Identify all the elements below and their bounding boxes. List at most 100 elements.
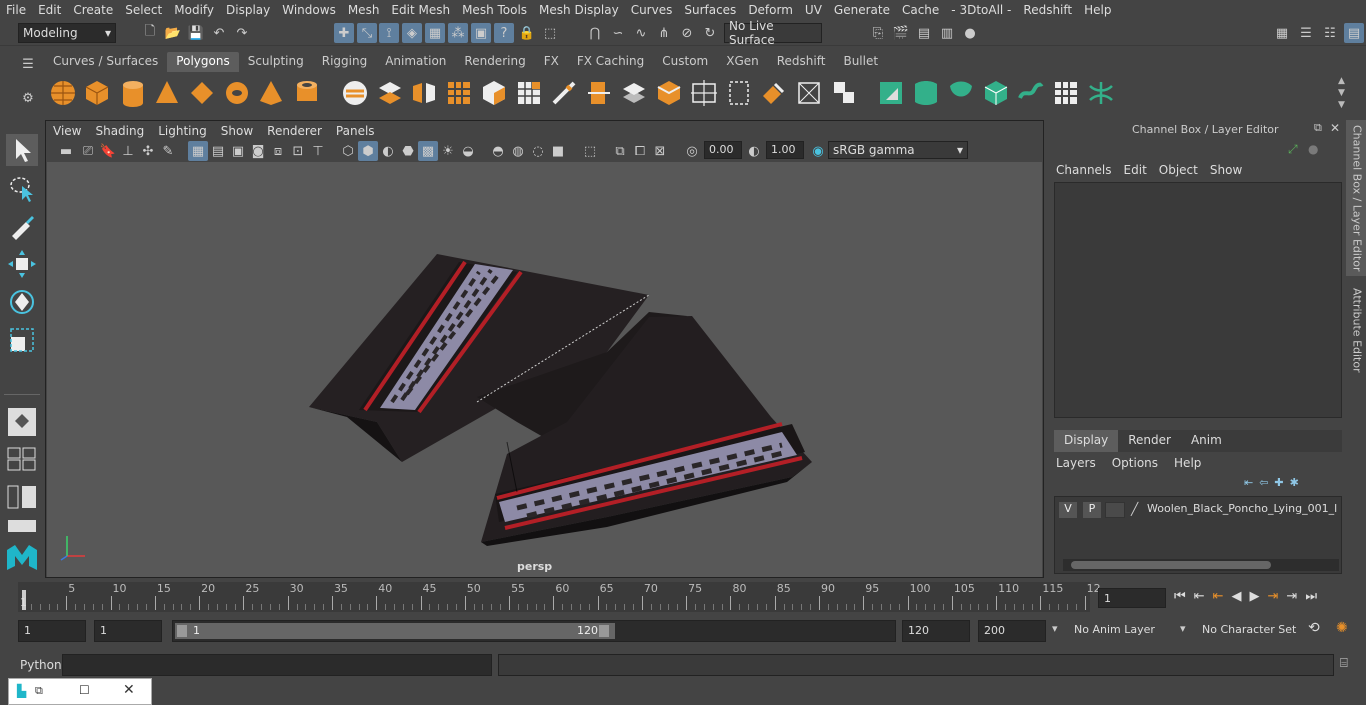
field-chart-icon[interactable]: ⧈ [268, 141, 288, 161]
layer-tab-anim[interactable]: Anim [1181, 430, 1232, 452]
layer-scrollbar[interactable] [1063, 559, 1339, 571]
uv-automatic-icon[interactable] [981, 78, 1011, 108]
poly-plane-icon[interactable] [187, 78, 217, 108]
poly-cube-icon[interactable] [82, 78, 112, 108]
multi-cut-icon[interactable] [549, 78, 579, 108]
shelf-tab-curves-surfaces[interactable]: Curves / Surfaces [44, 52, 167, 72]
panel-menu-renderer[interactable]: Renderer [260, 124, 329, 138]
toggle-channel-box-icon[interactable]: ☰ [1296, 23, 1316, 43]
playback-start-field[interactable]: 1 [94, 620, 162, 642]
offset-edge-loop-icon[interactable] [619, 78, 649, 108]
toggle-attribute-editor-icon[interactable]: ☷ [1320, 23, 1340, 43]
lock-icon[interactable]: 🔒 [517, 23, 537, 43]
exposure-field[interactable]: 0.00 [704, 141, 742, 159]
uv-planar-icon[interactable] [876, 78, 906, 108]
layer-display-type[interactable] [1105, 502, 1125, 518]
auto-key-icon[interactable]: ⟲ [1308, 620, 1320, 636]
layer-menu-options[interactable]: Options [1112, 456, 1174, 470]
menu-help[interactable]: Help [1078, 3, 1117, 17]
go-to-start-icon[interactable]: ⏮ [1174, 589, 1186, 604]
menu-modify[interactable]: Modify [168, 3, 220, 17]
combine-icon[interactable] [340, 78, 370, 108]
command-input[interactable] [62, 654, 492, 676]
chevron-down-icon[interactable]: ▾ [1052, 622, 1058, 635]
wireframe-icon[interactable]: ⬡ [338, 141, 358, 161]
close-icon[interactable]: ✕ [1330, 121, 1340, 135]
symmetry-icon[interactable]: ∽ [608, 23, 628, 43]
quadrangulate-icon[interactable] [794, 78, 824, 108]
scene-end-field[interactable]: 200 [978, 620, 1046, 642]
smooth-shade-icon[interactable]: ⬢ [358, 141, 378, 161]
snap-together-icon[interactable]: ⊘ [677, 23, 697, 43]
anti-aliasing-icon[interactable]: ◌ [528, 141, 548, 161]
channel-box-side-tab[interactable]: Channel Box / Layer Editor [1346, 120, 1366, 276]
menu-mesh-display[interactable]: Mesh Display [533, 3, 625, 17]
channel-box-menu-edit[interactable]: Edit [1124, 163, 1159, 177]
shelf-tab-bullet[interactable]: Bullet [834, 52, 887, 72]
select-by-hierarchy-icon[interactable]: ✚ [334, 23, 354, 43]
panel-menu-view[interactable]: View [46, 124, 88, 138]
poly-cylinder-icon[interactable] [118, 78, 148, 108]
step-back-frame-icon[interactable]: ⇤ [1194, 589, 1205, 604]
play-backwards-icon[interactable]: ◀ [1232, 589, 1242, 604]
range-start-handle[interactable] [177, 625, 187, 637]
maximize-icon[interactable]: ☐ [79, 683, 90, 697]
image-plane-icon[interactable]: ⊥ [118, 141, 138, 161]
layer-color-icon[interactable]: ╱ [1131, 502, 1138, 516]
shelf-tab-xgen[interactable]: XGen [717, 52, 768, 72]
extrude-icon[interactable] [479, 78, 509, 108]
step-forward-key-icon[interactable]: ⇥ [1268, 589, 1279, 604]
save-scene-icon[interactable]: 💾 [186, 23, 206, 43]
motion-blur-icon[interactable]: ◍ [508, 141, 528, 161]
reflect-icon[interactable]: ⋔ [654, 23, 674, 43]
current-frame-field[interactable]: 1 [1098, 588, 1166, 608]
menu-edit[interactable]: Edit [32, 3, 67, 17]
menu-generate[interactable]: Generate [828, 3, 896, 17]
channel-box-menu-show[interactable]: Show [1210, 163, 1254, 177]
uv-unfold-icon[interactable] [1016, 78, 1046, 108]
menu-edit-mesh[interactable]: Edit Mesh [385, 3, 456, 17]
depth-of-field-icon[interactable]: ■ [548, 141, 568, 161]
wireframe-on-shaded-icon[interactable]: ⬣ [398, 141, 418, 161]
layer-action-icons[interactable]: ⇤⇦✚✱ [1244, 476, 1305, 489]
play-forwards-icon[interactable]: ▶ [1250, 589, 1260, 604]
layer-tab-render[interactable]: Render [1118, 430, 1181, 452]
attribute-editor-side-tab[interactable]: Attribute Editor [1346, 282, 1366, 378]
outliner-layout-icon[interactable] [6, 484, 38, 510]
exposure-icon[interactable]: ◎ [682, 141, 702, 161]
poly-torus-icon[interactable] [222, 78, 252, 108]
lasso-tool-icon[interactable] [6, 172, 38, 204]
snap-curve-icon[interactable]: ▦ [425, 23, 445, 43]
layer-scroll-thumb[interactable] [1071, 561, 1271, 569]
menu-curves[interactable]: Curves [625, 3, 679, 17]
layer-menu-layers[interactable]: Layers [1056, 456, 1112, 470]
camera-select-icon[interactable]: ▬ [56, 141, 76, 161]
poly-sphere-icon[interactable] [48, 78, 78, 108]
separate-icon[interactable] [375, 78, 405, 108]
mirror-icon[interactable] [409, 78, 439, 108]
magnet-icon[interactable]: ⋂ [585, 23, 605, 43]
menu-cache[interactable]: Cache [896, 3, 945, 17]
target-weld-icon[interactable] [689, 78, 719, 108]
single-perspective-layout-icon[interactable] [8, 408, 36, 436]
gamma-icon[interactable]: ◐ [744, 141, 764, 161]
panel-menu-panels[interactable]: Panels [329, 124, 382, 138]
menu-surfaces[interactable]: Surfaces [678, 3, 742, 17]
scene-start-field[interactable]: 1 [18, 620, 86, 642]
select-by-object-icon[interactable]: ⤡ [357, 23, 377, 43]
layer-name[interactable]: Woolen_Black_Poncho_Lying_001_lay [1147, 502, 1337, 515]
bevel-icon[interactable] [654, 78, 684, 108]
uv-cylindrical-icon[interactable] [911, 78, 941, 108]
two-d-pan-zoom-icon[interactable]: ✣ [138, 141, 158, 161]
undo-icon[interactable]: ↶ [209, 23, 229, 43]
screen-space-ao-icon[interactable]: ◓ [488, 141, 508, 161]
snap-view-icon[interactable]: ▣ [471, 23, 491, 43]
menu-deform[interactable]: Deform [742, 3, 799, 17]
xray-icon[interactable]: ⧉ [610, 141, 630, 161]
step-back-key-icon[interactable]: ⇤ [1213, 589, 1224, 604]
xray-components-icon[interactable]: ⊠ [650, 141, 670, 161]
menu-select[interactable]: Select [119, 3, 168, 17]
panel-menu-shading[interactable]: Shading [88, 124, 151, 138]
paint-select-tool-icon[interactable] [6, 210, 38, 242]
mode-dropdown[interactable]: Modeling ▾ [18, 23, 116, 43]
